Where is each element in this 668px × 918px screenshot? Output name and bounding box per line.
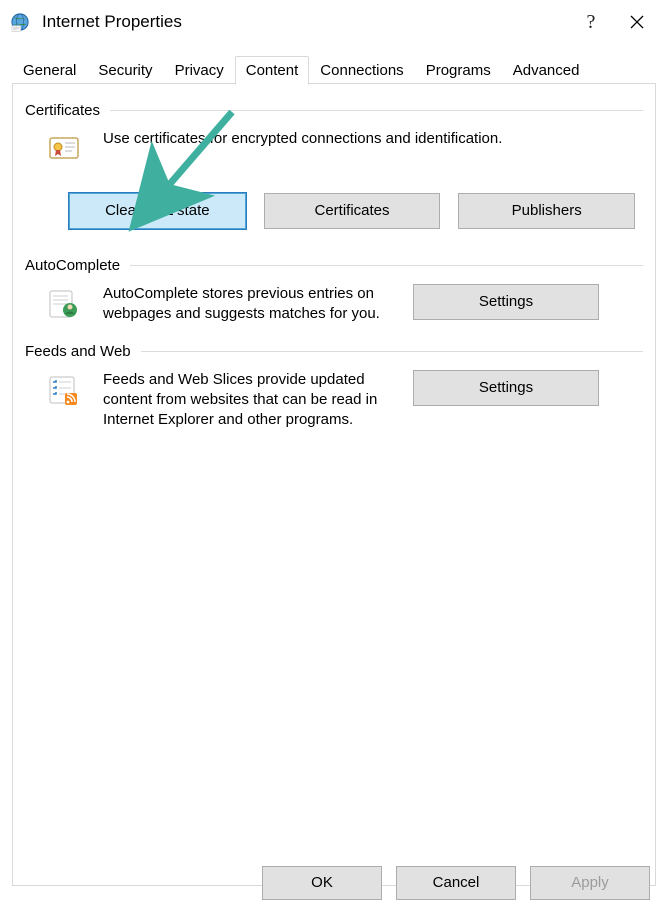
group-autocomplete-header: AutoComplete bbox=[25, 257, 643, 274]
tab-general[interactable]: General bbox=[12, 56, 87, 84]
certificate-icon bbox=[48, 133, 80, 169]
group-feeds-header: Feeds and Web bbox=[25, 343, 643, 360]
dialog-footer: OK Cancel Apply bbox=[262, 866, 650, 900]
autocomplete-description: AutoComplete stores previous entries on … bbox=[103, 284, 413, 325]
tab-advanced[interactable]: Advanced bbox=[502, 56, 591, 84]
tab-security[interactable]: Security bbox=[87, 56, 163, 84]
titlebar: Internet Properties ? bbox=[0, 0, 668, 44]
publishers-button[interactable]: Publishers bbox=[458, 193, 635, 229]
close-button[interactable] bbox=[614, 6, 660, 38]
feeds-settings-button[interactable]: Settings bbox=[413, 370, 599, 406]
group-autocomplete-body: AutoComplete stores previous entries on … bbox=[25, 284, 643, 325]
autocomplete-settings-button[interactable]: Settings bbox=[413, 284, 599, 320]
cancel-button[interactable]: Cancel bbox=[396, 866, 516, 900]
tab-privacy[interactable]: Privacy bbox=[164, 56, 235, 84]
internet-properties-dialog: Internet Properties ? General Security P… bbox=[0, 0, 668, 918]
feeds-description: Feeds and Web Slices provide updated con… bbox=[103, 370, 413, 431]
autocomplete-icon bbox=[48, 288, 80, 325]
group-autocomplete-label: AutoComplete bbox=[25, 257, 130, 274]
feed-icon bbox=[48, 374, 80, 431]
ok-button[interactable]: OK bbox=[262, 866, 382, 900]
content-panel: Certificates Use certificates for encryp… bbox=[12, 84, 656, 886]
tab-programs[interactable]: Programs bbox=[415, 56, 502, 84]
group-feeds-label: Feeds and Web bbox=[25, 343, 141, 360]
certificates-description: Use certificates for encrypted connectio… bbox=[103, 129, 643, 169]
group-certificates-label: Certificates bbox=[25, 102, 110, 119]
group-feeds-body: Feeds and Web Slices provide updated con… bbox=[25, 370, 643, 431]
clear-ssl-state-button[interactable]: Clear SSL state bbox=[69, 193, 246, 229]
group-certificates-header: Certificates bbox=[25, 102, 643, 119]
certificates-button[interactable]: Certificates bbox=[264, 193, 441, 229]
help-button[interactable]: ? bbox=[568, 6, 614, 38]
apply-button[interactable]: Apply bbox=[530, 866, 650, 900]
globe-icon bbox=[10, 12, 30, 32]
group-certificates-body: Use certificates for encrypted connectio… bbox=[25, 129, 643, 169]
tab-content[interactable]: Content bbox=[235, 56, 310, 85]
tabs: General Security Privacy Content Connect… bbox=[12, 52, 656, 84]
close-icon bbox=[630, 15, 644, 29]
tab-connections[interactable]: Connections bbox=[309, 56, 414, 84]
window-title: Internet Properties bbox=[42, 12, 182, 32]
